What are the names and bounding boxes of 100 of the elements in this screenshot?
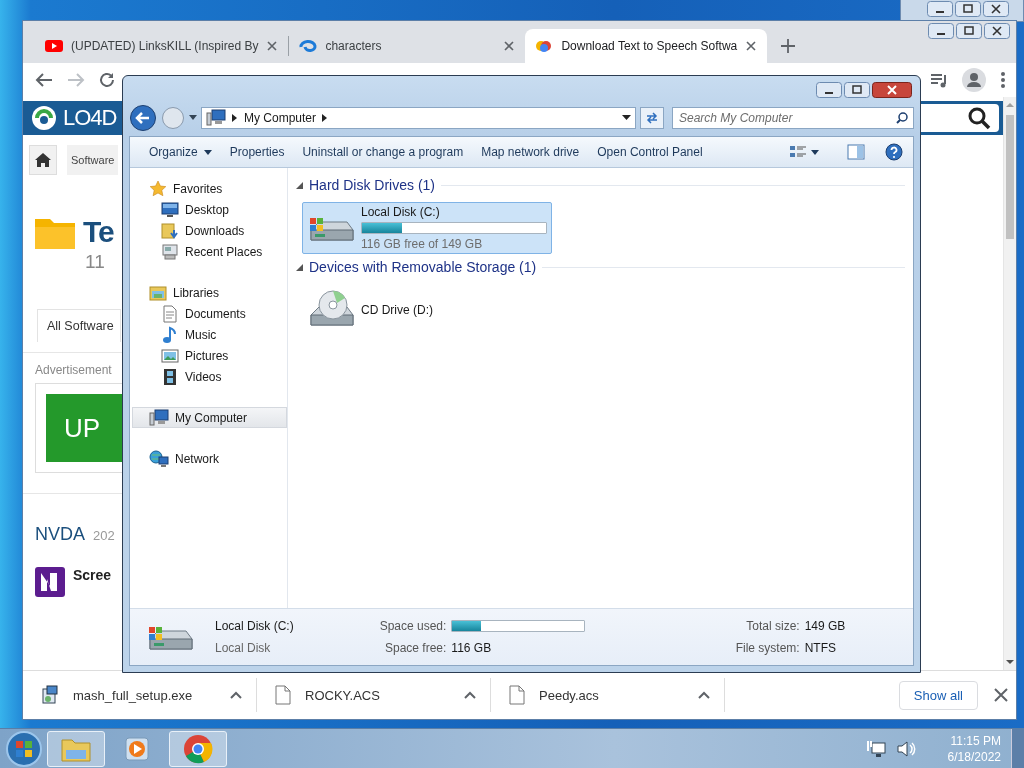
- help-icon[interactable]: [885, 143, 903, 161]
- nav-item[interactable]: Desktop: [132, 199, 287, 220]
- swirl-icon: [299, 39, 318, 53]
- maximize-icon[interactable]: [956, 23, 982, 39]
- library-icon: [149, 283, 167, 302]
- music-note-icon: [161, 325, 179, 344]
- nav-item[interactable]: Libraries: [132, 282, 287, 303]
- search-field[interactable]: Search My Computer: [672, 107, 914, 129]
- nav-item[interactable]: Favorites: [132, 178, 287, 199]
- download-item[interactable]: ROCKY.ACS: [257, 678, 491, 712]
- breadcrumb-arrow-icon: [232, 114, 238, 122]
- nav-item[interactable]: Documents: [132, 303, 287, 324]
- maximize-icon[interactable]: [955, 1, 981, 17]
- close-icon[interactable]: [984, 23, 1010, 39]
- breadcrumb-arrow-icon: [322, 114, 329, 122]
- drive-name: Local Disk (C:): [361, 205, 441, 219]
- minimize-icon[interactable]: [928, 23, 954, 39]
- back-button-icon[interactable]: [129, 104, 157, 132]
- field-label: File system:: [734, 641, 800, 655]
- app-description: Scree: [73, 567, 112, 583]
- scroll-bar[interactable]: [1003, 97, 1016, 670]
- chevron-up-icon[interactable]: [698, 691, 710, 699]
- command-button[interactable]: Uninstall or change a program: [295, 141, 471, 163]
- refresh-button[interactable]: [640, 107, 664, 129]
- media-player-icon: [123, 734, 151, 763]
- caret-icon[interactable]: [189, 115, 197, 121]
- nav-item[interactable]: Recent Places: [132, 241, 287, 262]
- command-button[interactable]: Open Control Panel: [590, 141, 710, 163]
- playlist-icon[interactable]: [930, 72, 948, 88]
- profile-icon[interactable]: [962, 68, 986, 92]
- nav-item[interactable]: Downloads: [132, 220, 287, 241]
- taskbar-button[interactable]: [169, 730, 227, 767]
- site-logo[interactable]: LO4D: [63, 105, 117, 131]
- app-logo-icon: [35, 567, 65, 597]
- drive-name: CD Drive (D:): [361, 303, 434, 317]
- field-value: 149 GB: [804, 619, 847, 633]
- address-bar[interactable]: My Computer: [201, 107, 636, 129]
- download-item[interactable]: Peedy.acs: [491, 678, 725, 712]
- search-icon[interactable]: [967, 106, 991, 130]
- nav-item[interactable]: Pictures: [132, 345, 287, 366]
- collapse-arrow-icon[interactable]: [296, 181, 303, 189]
- app-year: 202: [93, 528, 115, 543]
- show-all-button[interactable]: Show all: [898, 680, 978, 710]
- program-count: 11: [85, 251, 105, 273]
- nav-item[interactable]: Music: [132, 324, 287, 345]
- chevron-up-icon[interactable]: [230, 691, 242, 699]
- close-icon[interactable]: [745, 40, 758, 52]
- close-icon[interactable]: [983, 1, 1009, 17]
- nav-item[interactable]: My Computer: [132, 407, 287, 428]
- chevron-up-icon[interactable]: [464, 691, 476, 699]
- close-icon[interactable]: [994, 688, 1008, 702]
- browser-tab[interactable]: characters: [289, 29, 526, 63]
- volume-icon[interactable]: [895, 739, 916, 758]
- home-button[interactable]: [29, 145, 57, 175]
- nav-item[interactable]: Network: [132, 448, 287, 469]
- command-button[interactable]: Properties: [222, 141, 292, 163]
- video-play-icon: [45, 39, 63, 53]
- drive-name: Local Disk (C:): [215, 619, 295, 633]
- nav-tab[interactable]: Software: [67, 145, 119, 175]
- command-button[interactable]: Map network drive: [474, 141, 587, 163]
- back-icon[interactable]: [35, 72, 53, 88]
- network-icon[interactable]: [865, 739, 886, 758]
- close-icon[interactable]: [872, 82, 912, 98]
- group-header[interactable]: Hard Disk Drives (1): [309, 177, 435, 193]
- minimize-icon[interactable]: [927, 1, 953, 17]
- caret-icon[interactable]: [622, 115, 631, 121]
- filter-tab[interactable]: All Software: [37, 309, 121, 342]
- download-item[interactable]: mash_full_setup.exe: [23, 678, 257, 712]
- address-text[interactable]: My Computer: [244, 111, 317, 125]
- folder-icon: [161, 221, 179, 240]
- new-tab-icon[interactable]: [781, 39, 796, 53]
- refresh-icon: [645, 112, 659, 124]
- nav-item[interactable]: Videos: [132, 366, 287, 387]
- file-icon: [275, 685, 291, 705]
- logo-icon: [29, 105, 59, 131]
- film-icon: [161, 367, 179, 386]
- menu-icon[interactable]: [1000, 71, 1006, 89]
- field-value: 116 GB: [451, 641, 493, 655]
- show-desktop-button[interactable]: [1011, 728, 1024, 768]
- browser-tab[interactable]: Download Text to Speech Softwa: [525, 29, 768, 63]
- ad-button[interactable]: UP: [46, 394, 122, 462]
- close-icon[interactable]: [266, 40, 279, 52]
- reload-icon[interactable]: [99, 72, 115, 88]
- drive-tile[interactable]: Local Disk (C:) 116 GB free of 149 GB: [302, 202, 552, 254]
- minimize-icon[interactable]: [816, 82, 842, 98]
- app-name[interactable]: NVDA: [35, 524, 85, 545]
- picture-icon: [161, 346, 179, 365]
- collapse-arrow-icon[interactable]: [296, 263, 303, 271]
- close-icon[interactable]: [503, 40, 516, 52]
- command-button[interactable]: Organize: [142, 141, 219, 163]
- file-icon: [509, 685, 525, 705]
- view-options-icon[interactable]: [789, 144, 807, 160]
- group-header[interactable]: Devices with Removable Storage (1): [309, 259, 537, 275]
- recent-places-icon: [161, 242, 179, 261]
- drive-tile[interactable]: CD Drive (D:): [302, 284, 552, 336]
- browser-tab[interactable]: (UPDATED) LinksKILL (Inspired By: [35, 29, 289, 63]
- caret-icon[interactable]: [811, 149, 819, 155]
- maximize-icon[interactable]: [844, 82, 870, 98]
- page-title: Te: [83, 215, 114, 249]
- colorful-dots-icon: [535, 39, 554, 53]
